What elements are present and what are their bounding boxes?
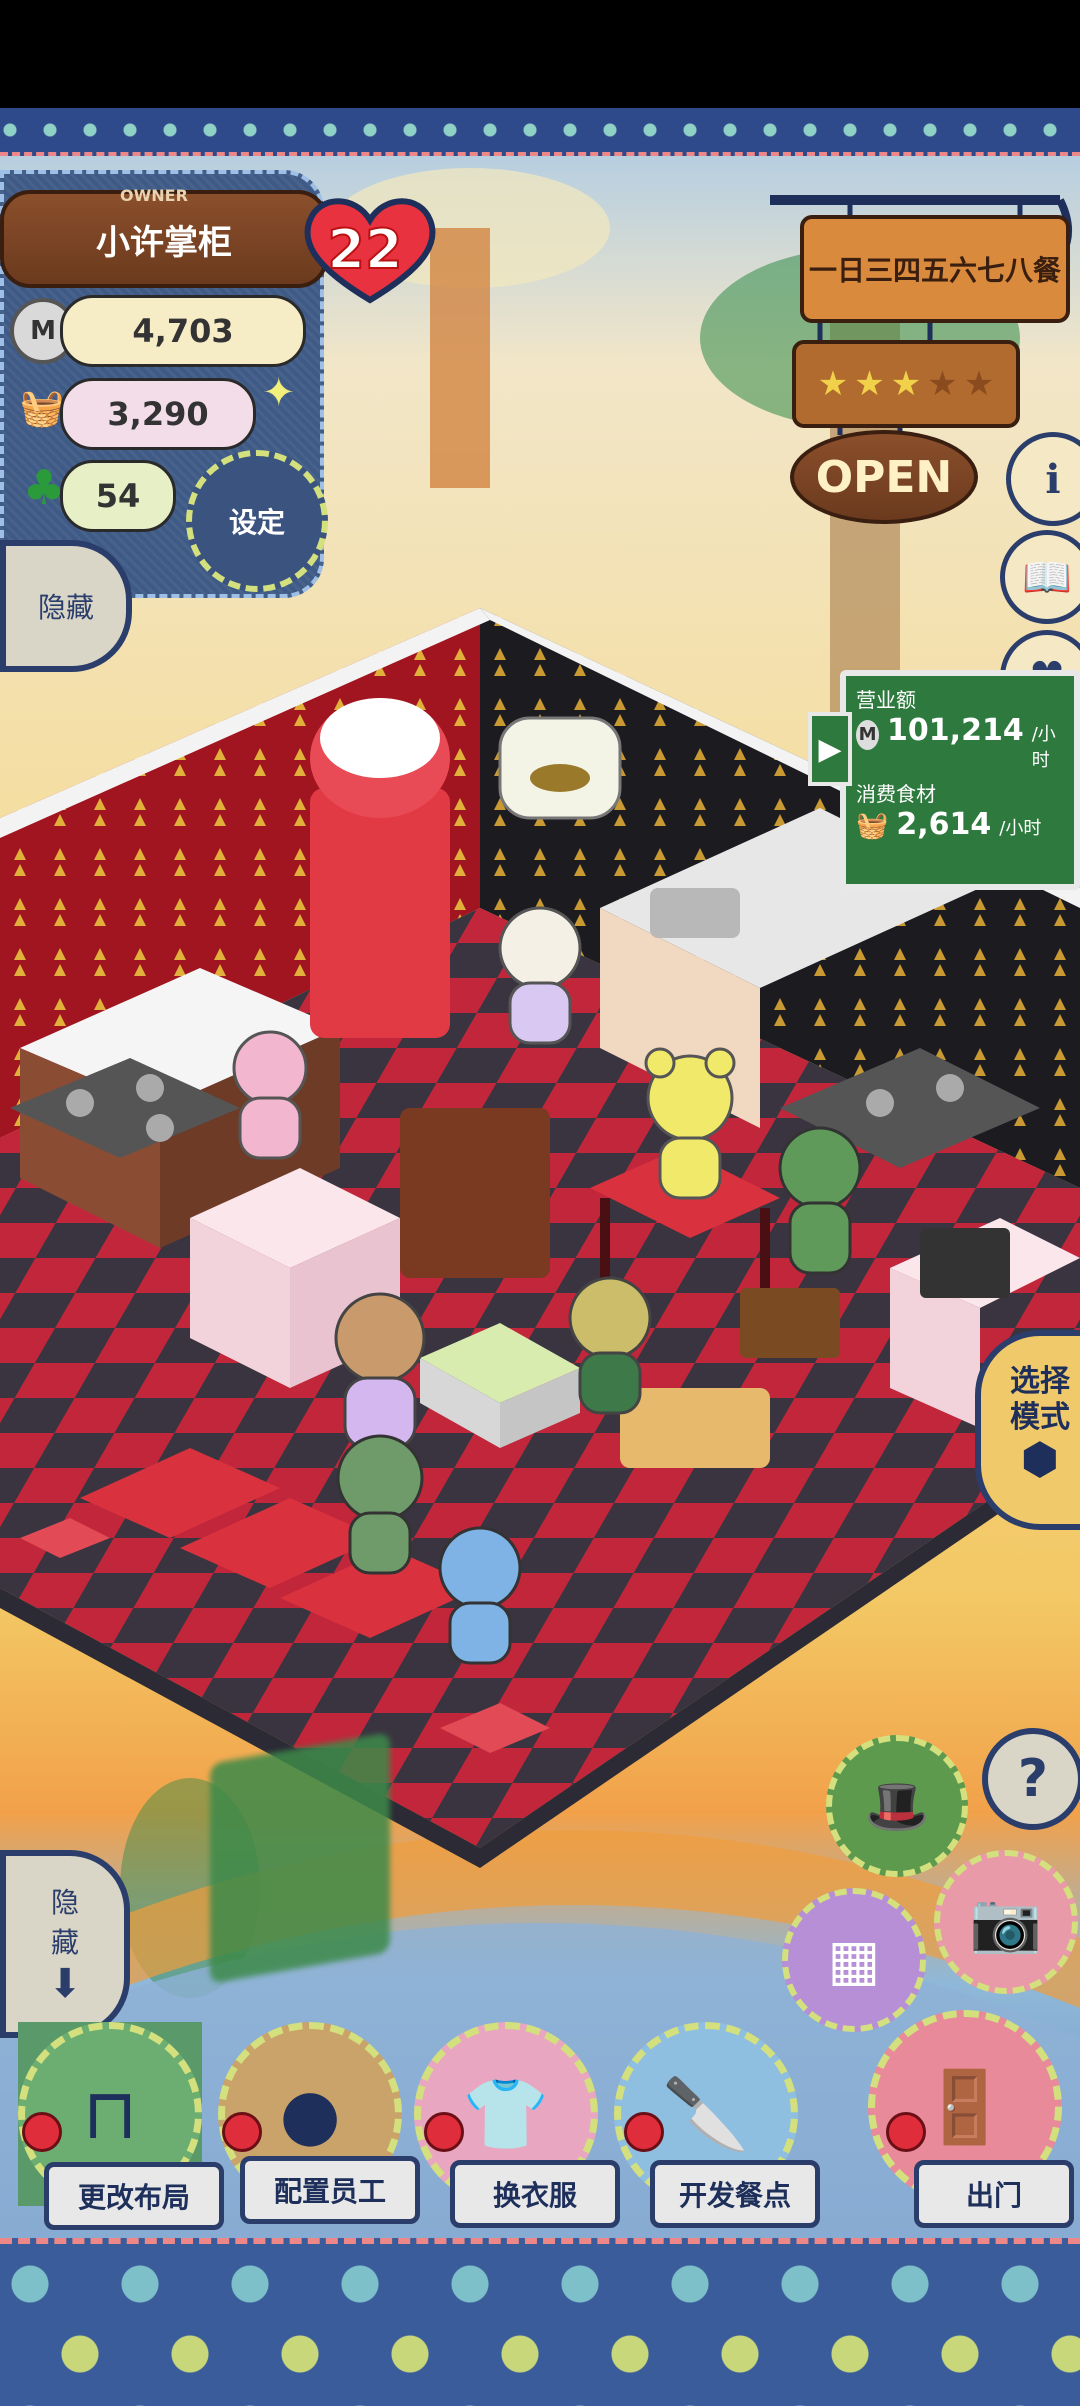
arrow-down-icon: ⬇ xyxy=(48,1961,82,2007)
select-mode-label-1: 选择 xyxy=(1010,1364,1070,1399)
food-counter: 3,290 xyxy=(60,378,256,450)
rating-star-icon: ★ xyxy=(854,364,885,404)
owner-level: 22 xyxy=(326,217,403,282)
chair[interactable] xyxy=(400,1108,550,1278)
hide-panel-button[interactable]: 隐藏 xyxy=(0,540,132,672)
staff-bear-yellow[interactable] xyxy=(644,1047,736,1200)
revenue-unit: /小时 xyxy=(1031,724,1056,771)
clover-counter: 54 xyxy=(60,460,176,532)
camera-button[interactable]: 📷 xyxy=(934,1850,1078,1994)
sales-board-toggle-arrow[interactable]: ▶ xyxy=(808,712,852,786)
open-sign[interactable]: OPEN xyxy=(790,430,978,524)
hat-button[interactable]: 🎩 xyxy=(826,1735,968,1877)
info-icon: i xyxy=(1045,455,1061,503)
change-layout-label[interactable]: 更改布局 xyxy=(44,2162,224,2230)
food-used-label: 消费食材 xyxy=(856,782,936,806)
rating-star-empty-icon: ★ xyxy=(927,364,958,404)
food-used-unit: /小时 xyxy=(999,818,1042,839)
hide-menu-button[interactable]: 隐 藏 ⬇ xyxy=(0,1850,130,2038)
sales-board: 营业额 M 101,214 /小时 消费食材 🧺 2,614 /小时 xyxy=(840,670,1080,890)
help-button[interactable]: ? xyxy=(982,1728,1080,1830)
rating-star-empty-icon: ★ xyxy=(963,364,995,404)
top-border-decoration xyxy=(0,108,1080,156)
picture-frame-icon: ▦ xyxy=(827,1927,881,1993)
hide-menu-label-1: 隐 xyxy=(50,1886,79,1919)
hide-panel-label: 隐藏 xyxy=(37,591,94,624)
pin-icon xyxy=(624,2112,664,2152)
owner-name: 小许掌柜 xyxy=(96,222,232,263)
rating-sign: ★ ★ ★ ★ ★ xyxy=(792,340,1020,428)
staff-bear-chef[interactable] xyxy=(568,1276,652,1415)
meal-days-sign: 一日三四五六七八餐 xyxy=(800,215,1070,323)
go-out-label[interactable]: 出门 xyxy=(914,2160,1074,2228)
assign-staff-label[interactable]: 配置员工 xyxy=(240,2156,420,2224)
coin-icon: M xyxy=(856,719,880,750)
staff-cat-white[interactable] xyxy=(498,906,582,1045)
treasure-chest[interactable] xyxy=(740,1288,840,1358)
money-counter: 4,703 xyxy=(60,295,306,367)
select-mode-button[interactable]: 选择 模式 ⬢ xyxy=(975,1330,1080,1530)
food-used-value: 2,614 xyxy=(896,807,992,842)
customer-squirrel-blue[interactable] xyxy=(438,1526,522,1665)
pin-icon xyxy=(424,2112,464,2152)
hat-icon: 🎩 xyxy=(864,1776,930,1837)
question-icon: ? xyxy=(1017,1749,1049,1809)
sparkle-icon: ✦ xyxy=(262,370,296,416)
customer-wolf-green[interactable] xyxy=(336,1434,424,1575)
hide-menu-label-2: 藏 xyxy=(50,1926,79,1959)
customer-rabbit-brown[interactable] xyxy=(334,1292,426,1450)
rating-star-icon: ★ xyxy=(890,364,922,404)
book-fork-icon: 📖 xyxy=(1022,554,1072,601)
camera-icon: 📷 xyxy=(969,1887,1043,1956)
status-bar xyxy=(0,0,1080,108)
food-tray[interactable] xyxy=(620,1388,770,1468)
change-clothes-label[interactable]: 换衣服 xyxy=(450,2160,620,2228)
pin-icon xyxy=(222,2112,262,2152)
settings-button[interactable]: 设定 xyxy=(186,450,328,592)
owner-title: OWNER xyxy=(120,186,188,205)
cube-icon: ⬢ xyxy=(1020,1434,1060,1485)
pin-icon xyxy=(22,2112,62,2152)
food-basket-icon: 🧺 xyxy=(856,811,889,841)
pin-icon xyxy=(886,2112,926,2152)
bottom-border-decoration xyxy=(0,2238,1080,2406)
fridge[interactable] xyxy=(310,788,450,1038)
outdoor-sign xyxy=(210,1732,390,1984)
revenue-label: 营业额 xyxy=(856,688,916,712)
revenue-value: 101,214 xyxy=(887,713,1024,748)
develop-dishes-label[interactable]: 开发餐点 xyxy=(650,2160,820,2228)
staff-rabbit-pink[interactable] xyxy=(232,1030,308,1160)
select-mode-label-2: 模式 xyxy=(1010,1400,1070,1435)
rating-star-icon: ★ xyxy=(817,364,849,404)
